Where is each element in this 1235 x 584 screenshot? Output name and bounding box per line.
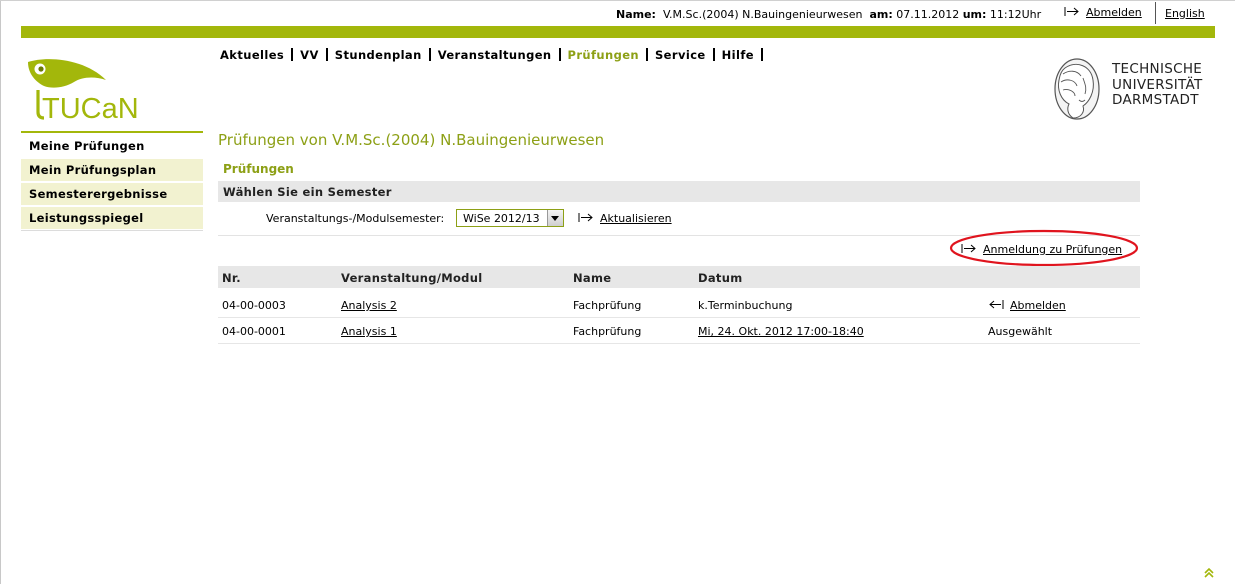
nav-item-stundenplan[interactable]: Stundenplan [335, 48, 422, 62]
semester-select[interactable]: WiSe 2012/13 [456, 209, 564, 227]
nav-separator [291, 48, 294, 61]
refresh-link[interactable]: Aktualisieren [578, 212, 672, 225]
cell-nr: 04-00-0001 [222, 325, 286, 338]
nav-item-service[interactable]: Service [655, 48, 706, 62]
module-link[interactable]: Analysis 2 [341, 299, 397, 312]
nav-separator [712, 48, 715, 61]
semester-section-title: Wählen Sie ein Semester [223, 185, 392, 199]
column-header-nr: Nr. [222, 271, 241, 285]
semester-select-value: WiSe 2012/13 [463, 212, 540, 225]
sidebar-rule [21, 131, 203, 133]
session-date: 07.11.2012 [896, 8, 960, 21]
time-label: um: [962, 8, 987, 21]
deregister-link[interactable]: Abmelden [988, 299, 1066, 312]
nav-item-vv[interactable]: VV [300, 48, 319, 62]
tucan-logo-text: TUCaN [42, 93, 139, 125]
header-accent-bar [21, 26, 1215, 38]
nav-item-hilfe[interactable]: Hilfe [722, 48, 754, 62]
sidebar-item-leistungsspiegel[interactable]: Leistungsspiegel [21, 207, 203, 229]
cell-date: k.Terminbuchung [698, 299, 793, 312]
tucan-logo[interactable]: TUCaN [24, 56, 164, 126]
session-time: 11:12Uhr [989, 8, 1042, 21]
section-title: Prüfungen [223, 162, 294, 176]
refresh-arrow-icon [578, 213, 593, 222]
sidebar-item-semesterergebnisse[interactable]: Semesterergebnisse [21, 183, 203, 205]
tu-line-2: UNIVERSITÄT [1112, 76, 1203, 93]
column-header-date: Datum [698, 271, 743, 285]
language-switch-link[interactable]: English [1165, 7, 1205, 20]
tu-darmstadt-wordmark: TECHNISCHE UNIVERSITÄT DARMSTADT [1112, 61, 1203, 109]
logout-link[interactable]: Abmelden [1064, 6, 1142, 19]
back-arrow-icon [989, 300, 1004, 309]
name-label: Name: [616, 8, 656, 21]
column-header-module: Veranstaltung/Modul [341, 271, 483, 285]
semester-section-header: Wählen Sie ein Semester [218, 181, 1140, 202]
highlight-ellipse [949, 229, 1139, 267]
table-row: 04-00-0003 Analysis 2 Fachprüfung k.Term… [218, 291, 1140, 318]
date-link[interactable]: Mi, 24. Okt. 2012 17:00-18:40 [698, 325, 864, 338]
chevron-down-icon[interactable] [547, 210, 563, 226]
cell-nr: 04-00-0003 [222, 299, 286, 312]
session-info: Name: V.M.Sc.(2004) N.Bauingenieurwesen … [616, 8, 1041, 21]
nav-item-veranstaltungen[interactable]: Veranstaltungen [438, 48, 552, 62]
sidebar-bottom-rule [21, 230, 203, 231]
user-name: V.M.Sc.(2004) N.Bauingenieurwesen [662, 8, 863, 21]
sidebar-item-pruefungsplan[interactable]: Mein Prüfungsplan [21, 159, 203, 181]
nav-item-aktuelles[interactable]: Aktuelles [220, 48, 284, 62]
nav-separator [428, 48, 431, 61]
refresh-label: Aktualisieren [600, 212, 672, 225]
cell-name: Fachprüfung [573, 299, 642, 312]
semester-label: Veranstaltungs-/Modulsemester: [266, 212, 445, 225]
nav-separator [760, 48, 763, 61]
user-info-bar: Name: V.M.Sc.(2004) N.Bauingenieurwesen … [0, 2, 1235, 24]
tu-line-3: DARMSTADT [1112, 92, 1199, 108]
scroll-to-top-icon[interactable] [1204, 568, 1214, 578]
sidebar-item-meine-pruefungen[interactable]: Meine Prüfungen [21, 135, 203, 157]
nav-separator [325, 48, 328, 61]
window-border-left [0, 0, 1, 584]
column-header-name: Name [573, 271, 612, 285]
divider [1155, 2, 1156, 24]
table-header: Nr. Veranstaltung/Modul Name Datum [218, 266, 1140, 288]
sidebar: Meine Prüfungen Mein Prüfungsplan Semest… [21, 135, 203, 231]
nav-separator [646, 48, 648, 61]
logout-arrow-icon [1064, 7, 1079, 16]
logout-label: Abmelden [1086, 6, 1142, 19]
main-navigation: Aktuelles VV Stundenplan Veranstaltungen Prü… [220, 48, 770, 62]
cell-name: Fachprüfung [573, 325, 642, 338]
page-title: Prüfungen von V.M.Sc.(2004) N.Bauingenie… [218, 131, 605, 149]
module-link[interactable]: Analysis 1 [341, 325, 397, 338]
deregister-label: Abmelden [1010, 299, 1066, 312]
tu-line-1: TECHNISCHE [1112, 61, 1203, 77]
status-text: Ausgewählt [988, 325, 1053, 338]
table-row: 04-00-0001 Analysis 1 Fachprüfung Mi, 24… [218, 317, 1140, 344]
window-border-top [0, 0, 1235, 1]
nav-separator [558, 48, 561, 61]
nav-item-pruefungen[interactable]: Prüfungen [568, 48, 639, 62]
date-label: am: [869, 8, 893, 21]
